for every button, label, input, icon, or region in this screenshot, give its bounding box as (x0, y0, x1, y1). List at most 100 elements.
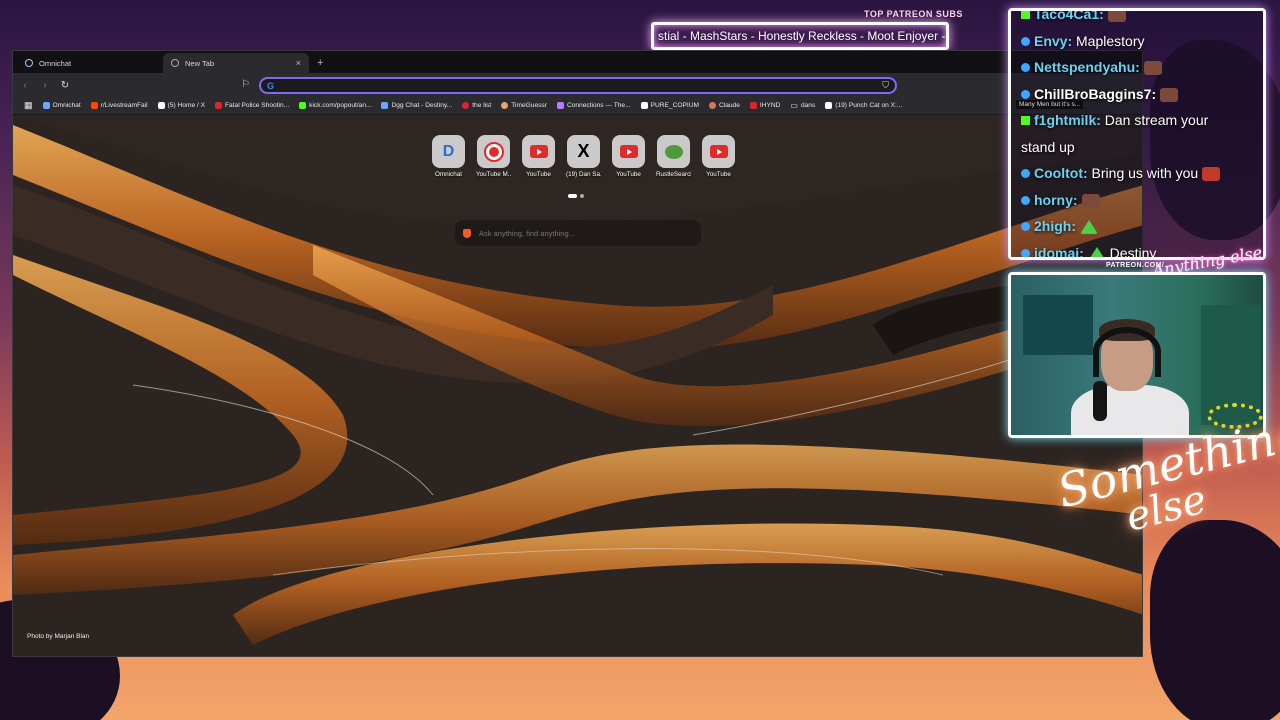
bookmark-item[interactable]: r/LivestreamFail (86, 102, 153, 109)
shortcut-tiles: D Omnichat YouTube M... YouTube X (19) D… (431, 135, 736, 178)
chat-text: Destiny (1109, 244, 1157, 260)
bookmark-item[interactable]: kick.com/popout/an... (294, 102, 376, 109)
dgg-badge-icon (1021, 63, 1030, 72)
bookmark-item[interactable]: PURE_COPIUM (636, 102, 704, 109)
chat-username: horny: (1034, 191, 1078, 208)
patreon-subs-title: TOP PATREON SUBS (864, 9, 963, 19)
bookmark-favicon (215, 102, 223, 109)
tab-omnichat[interactable]: Omnichat (17, 53, 163, 73)
bookmark-item[interactable]: IHYND (745, 102, 786, 109)
shortcut-x[interactable]: X (19) Dan Sa... (566, 135, 601, 178)
youtube-icon (612, 135, 645, 168)
forward-arrow-icon[interactable]: › (39, 80, 51, 91)
new-tab-wallpaper: D Omnichat YouTube M... YouTube X (19) D… (13, 115, 1142, 656)
shortcut-omnichat[interactable]: D Omnichat (431, 135, 466, 178)
bookmark-folder[interactable]: ▭ dans (785, 101, 820, 110)
emote-icon (1087, 246, 1106, 257)
brave-shield-icon[interactable]: ⛉ (882, 80, 889, 91)
chat-username: f1ghtmilk: (1034, 112, 1101, 128)
pepe-icon (657, 135, 690, 168)
kick-badge-icon (1021, 11, 1030, 19)
chat-message: Cooltot: Bring us with you (1021, 160, 1253, 187)
microphone (1093, 381, 1107, 421)
chat-message: Envy: Maplestory (1021, 28, 1253, 55)
chat-username: 2high: (1034, 218, 1076, 234)
palm-silhouette-right (1150, 520, 1280, 720)
new-tab-button[interactable]: + (309, 53, 331, 73)
chat-username: Envy: (1034, 32, 1073, 49)
bookmark-icon[interactable]: ⚐ (241, 79, 250, 90)
shortcut-label: YouTube (706, 171, 731, 178)
address-input[interactable] (280, 80, 895, 91)
shortcut-youtube[interactable]: YouTube (701, 135, 736, 178)
x-icon: X (567, 135, 600, 168)
shortcut-youtube-music[interactable]: YouTube M... (476, 135, 511, 178)
emote-icon (1202, 167, 1221, 182)
youtube-music-icon (477, 135, 510, 168)
shortcut-label: Omnichat (435, 171, 462, 178)
streamer (1071, 315, 1189, 435)
chat-message-continued: stand up (1021, 134, 1253, 161)
dgg-badge-icon (1021, 195, 1030, 205)
bookmark-favicon (749, 102, 757, 109)
dgg-badge-icon (1021, 222, 1030, 231)
back-arrow-icon[interactable]: ‹ (19, 80, 31, 91)
page-dot[interactable] (580, 194, 584, 198)
address-bar[interactable]: G ⛉ (259, 77, 897, 94)
chat-message: Taco4Ca1: (1021, 8, 1253, 28)
apps-grid-icon[interactable]: ▦ (19, 100, 38, 111)
page-dot-active[interactable] (568, 194, 577, 198)
bookmark-item[interactable]: Omnichat (38, 102, 86, 109)
webcam-feed (1008, 272, 1266, 438)
shortcut-youtube[interactable]: YouTube (521, 135, 556, 178)
chat-username: Taco4Ca1: (1034, 8, 1104, 22)
bookmark-item[interactable]: Fatal Police Shootin... (210, 102, 294, 109)
folder-icon: ▭ (790, 101, 798, 110)
browser-window: Omnichat New Tab × + ‹ › ↻ ⚐ G ⛉ ▦ Omnic… (12, 50, 1143, 657)
google-icon: G (267, 80, 275, 91)
chat-text: Maplestory (1076, 32, 1145, 49)
chat-username: Cooltot: (1034, 165, 1088, 181)
reload-icon[interactable]: ↻ (59, 80, 71, 91)
bookmark-favicon (90, 102, 98, 109)
bookmark-favicon (381, 102, 389, 109)
photo-credit[interactable]: Photo by Marjan Blan (27, 633, 89, 640)
chat-text: stand up (1021, 138, 1075, 155)
chat-text: Bring us with you (1091, 165, 1199, 181)
shortcut-youtube[interactable]: YouTube (611, 135, 646, 178)
bookmark-favicon (42, 102, 50, 109)
shortcut-rustlesearch[interactable]: RustleSearch (656, 135, 691, 178)
bookmark-item[interactable]: (19) Punch Cat on X:... (820, 102, 907, 109)
shortcut-label: RustleSearch (656, 171, 691, 178)
close-tab-icon[interactable]: × (296, 58, 301, 68)
bookmarks-bar: ▦ Omnichat r/LivestreamFail (5) Home / X… (13, 97, 1142, 115)
bookmark-item[interactable]: Dgg Chat - Destiny... (376, 102, 457, 109)
chat-message: 2high: (1021, 213, 1253, 240)
bookmark-item[interactable]: Connections — The... (552, 102, 636, 109)
tab-label: New Tab (185, 58, 215, 68)
bookmark-item[interactable]: Claude (704, 102, 745, 109)
shortcut-page-dots[interactable] (568, 194, 584, 198)
bookmark-favicon (708, 102, 716, 109)
tab-new-tab[interactable]: New Tab × (163, 53, 309, 73)
ask-search-box[interactable] (455, 220, 701, 246)
omnichat-icon: D (432, 135, 465, 168)
youtube-icon (702, 135, 735, 168)
bookmark-favicon (501, 102, 509, 109)
bookmark-item[interactable]: (5) Home / X (153, 102, 210, 109)
chat-message: horny: (1021, 187, 1253, 214)
ask-search-input[interactable] (479, 228, 679, 238)
bookmark-item[interactable]: the list (457, 102, 496, 109)
youtube-icon (522, 135, 555, 168)
shortcut-label: YouTube (526, 171, 551, 178)
brave-lion-icon (463, 228, 471, 238)
bookmark-favicon (462, 102, 470, 109)
bookmark-item[interactable]: TimeGuessr (496, 102, 552, 109)
chat-message: Nettspendyahu: (1021, 54, 1253, 81)
dgg-badge-icon (1021, 248, 1030, 257)
kick-badge-icon (1021, 116, 1030, 125)
chat-overlay: Taco4Ca1: Envy: Maplestory Nettspendyahu… (1008, 8, 1266, 260)
brave-tab-icon (171, 59, 179, 67)
shortcut-label: (19) Dan Sa... (566, 171, 601, 178)
chat-message: f1ghtmilk: Dan stream your (1021, 107, 1253, 134)
